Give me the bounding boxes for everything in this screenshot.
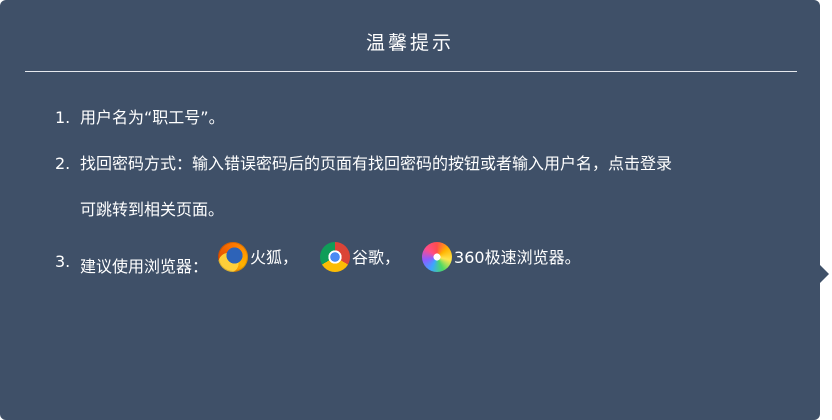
tip-text: 用户名为“职工号”。 — [80, 108, 225, 127]
panel-pointer-arrow — [820, 265, 829, 283]
tip-number: 2. — [55, 154, 71, 173]
360-browser-icon — [422, 242, 453, 272]
tip-number: 3. — [55, 251, 71, 271]
dialog-title: 温馨提示 — [365, 32, 454, 54]
title-divider — [25, 71, 797, 72]
browser-firefox: 火狐， — [208, 242, 298, 272]
tips-list: 1. 用户名为“职工号”。 2. 找回密码方式：输入错误密码后的页面有找回密码的… — [55, 104, 795, 299]
firefox-label: 火狐， — [250, 247, 299, 267]
tips-panel: 温馨提示 1. 用户名为“职工号”。 2. 找回密码方式：输入错误密码后的页面有… — [0, 0, 820, 420]
browser-recommendation-label: 建议使用浏览器： — [80, 257, 209, 276]
browser-360: 360极速浏览器。 — [400, 242, 581, 272]
tip-item-browser-recommendation: 3. 建议使用浏览器： 火狐， 谷歌， 360极速浏览器。 — [55, 242, 795, 280]
chrome-label: 谷歌， — [352, 247, 401, 267]
tip-number: 1. — [55, 108, 71, 127]
firefox-icon — [218, 242, 249, 272]
browser-chrome: 谷歌， — [298, 242, 400, 272]
tip-text-continuation: 可跳转到相关页面。 — [80, 200, 225, 219]
360-browser-label: 360极速浏览器。 — [454, 247, 581, 267]
tip-item-password-recovery: 2. 找回密码方式：输入错误密码后的页面有找回密码的按钮或者输入用户名，点击登录… — [55, 150, 795, 223]
chrome-icon — [320, 242, 351, 272]
tip-text: 找回密码方式：输入错误密码后的页面有找回密码的按钮或者输入用户名，点击登录 — [80, 154, 673, 173]
tip-item-username: 1. 用户名为“职工号”。 — [55, 104, 795, 131]
